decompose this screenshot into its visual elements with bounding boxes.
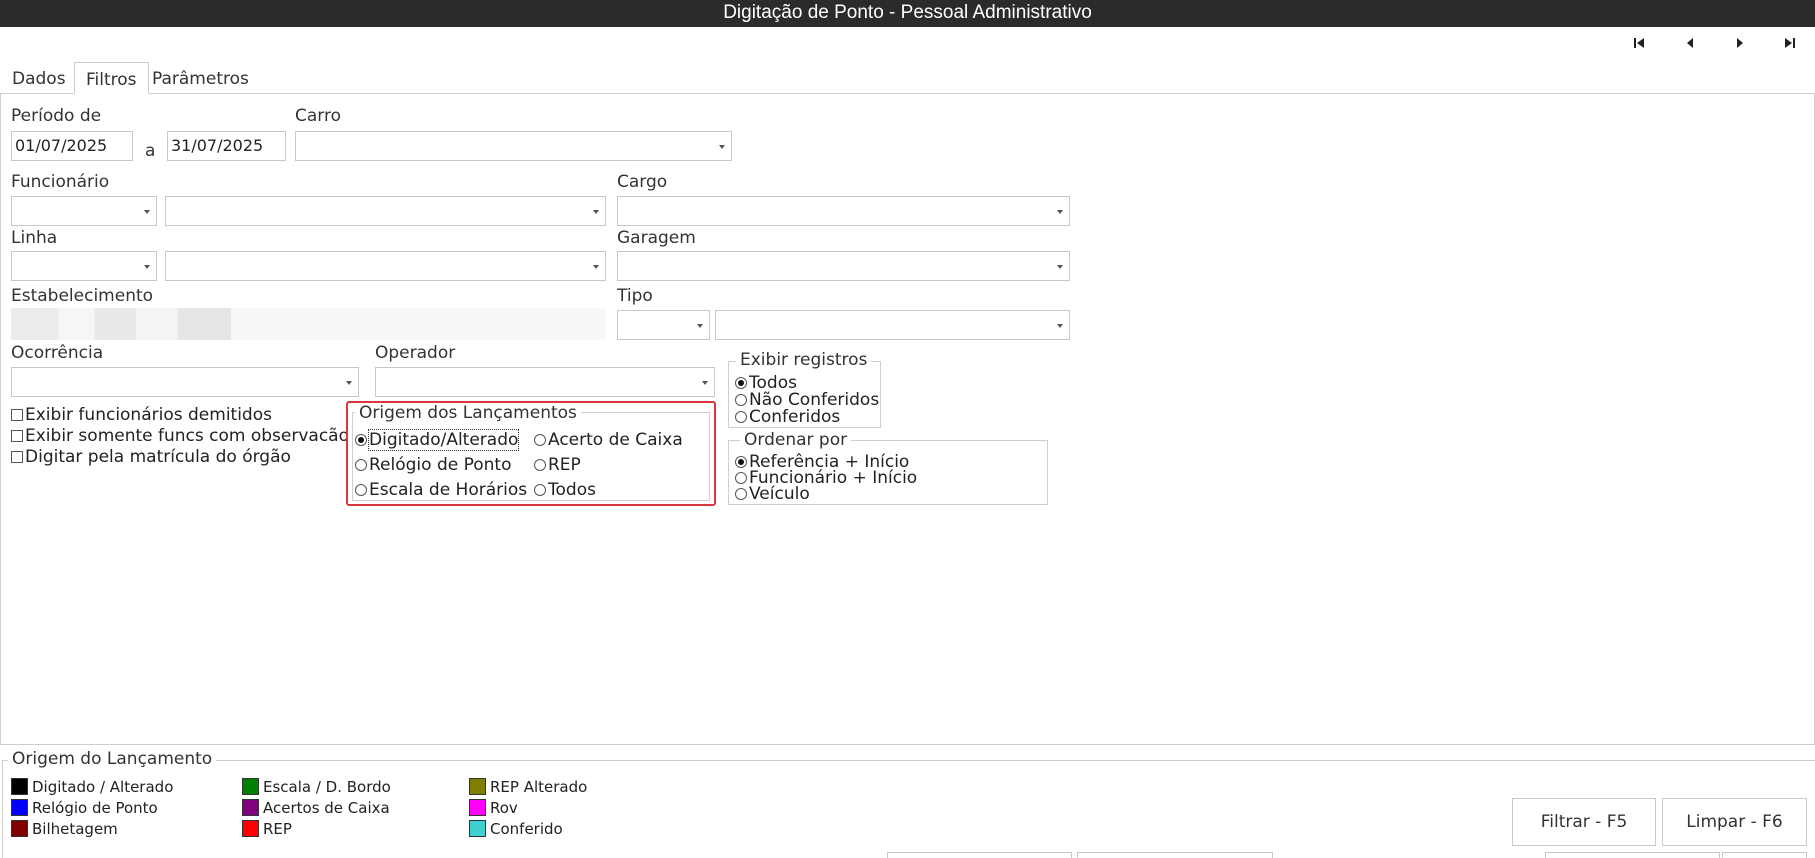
color-swatch: [11, 820, 28, 837]
bottom-button-partial[interactable]: [887, 852, 1072, 858]
chevron-down-icon: [1057, 210, 1063, 214]
previous-record-icon[interactable]: [1677, 33, 1703, 53]
chevron-down-icon: [697, 324, 703, 328]
funcionario-name-select[interactable]: [165, 196, 606, 226]
linha-code-select[interactable]: [11, 251, 157, 281]
tipo-label: Tipo: [617, 286, 653, 306]
color-swatch: [11, 778, 28, 795]
chevron-down-icon: [1057, 324, 1063, 328]
color-swatch: [242, 820, 259, 837]
legend-title: Origem do Lançamento: [8, 750, 217, 768]
legend-item: REP Alterado: [469, 777, 587, 796]
bottom-button-partial[interactable]: [1722, 852, 1807, 858]
tab-filtros[interactable]: Filtros: [74, 62, 149, 94]
funcionario-code-select[interactable]: [11, 196, 157, 226]
legend-item: Relógio de Ponto: [11, 798, 158, 817]
cargo-select[interactable]: [617, 196, 1070, 226]
legend-item: Digitado / Alterado: [11, 777, 173, 796]
legend-item: Acertos de Caixa: [242, 798, 390, 817]
ordenar-veiculo-radio[interactable]: Veículo: [735, 485, 810, 503]
chevron-down-icon: [144, 265, 150, 269]
chevron-down-icon: [1057, 265, 1063, 269]
origem-rep-radio[interactable]: REP: [534, 456, 581, 474]
origem-escala-radio[interactable]: Escala de Horários: [355, 481, 527, 499]
legend-item: Conferido: [469, 819, 563, 838]
operador-label: Operador: [375, 343, 456, 363]
first-record-icon[interactable]: [1626, 33, 1652, 53]
exibir-conferidos-radio[interactable]: Conferidos: [735, 408, 840, 426]
somente-observacao-checkbox[interactable]: Exibir somente funcs com observacão: [11, 427, 349, 445]
exibir-demitidos-checkbox[interactable]: Exibir funcionários demitidos: [11, 406, 272, 424]
radio-icon: [735, 488, 747, 500]
filters-panel: [0, 93, 1815, 745]
radio-icon: [735, 472, 747, 484]
chevron-down-icon: [702, 381, 708, 385]
carro-label: Carro: [295, 106, 341, 126]
periodo-ate-input[interactable]: 31/07/2025: [167, 131, 286, 161]
radio-icon: [534, 459, 546, 471]
radio-icon: [534, 434, 546, 446]
legend-item: Escala / D. Bordo: [242, 777, 391, 796]
radio-icon: [355, 459, 367, 471]
color-swatch: [242, 778, 259, 795]
last-record-icon[interactable]: [1777, 33, 1803, 53]
radio-icon: [534, 484, 546, 496]
window-title: Digitação de Ponto - Pessoal Administrat…: [0, 0, 1815, 27]
color-swatch: [469, 799, 486, 816]
exibir-group-title: Exibir registros: [736, 351, 872, 369]
tipo-name-select[interactable]: [715, 310, 1070, 340]
periodo-separator: a: [145, 141, 156, 161]
chevron-down-icon: [144, 210, 150, 214]
carro-select[interactable]: [295, 131, 732, 161]
operador-select[interactable]: [375, 367, 715, 397]
garagem-select[interactable]: [617, 251, 1070, 281]
tab-parametros[interactable]: Parâmetros: [141, 62, 260, 94]
origem-relogio-radio[interactable]: Relógio de Ponto: [355, 456, 512, 474]
matricula-orgao-checkbox[interactable]: Digitar pela matrícula do órgão: [11, 448, 291, 466]
bottom-button-partial[interactable]: [1077, 852, 1273, 858]
checkbox-icon: [11, 451, 23, 463]
color-swatch: [469, 778, 486, 795]
estabelecimento-label: Estabelecimento: [11, 286, 154, 306]
chevron-down-icon: [346, 381, 352, 385]
origem-group-title: Origem dos Lançamentos: [355, 404, 581, 422]
ocorrencia-label: Ocorrência: [11, 343, 104, 363]
linha-name-select[interactable]: [165, 251, 606, 281]
estabelecimento-field[interactable]: [11, 308, 606, 340]
next-record-icon[interactable]: [1727, 33, 1753, 53]
ordenar-group-title: Ordenar por: [740, 431, 852, 449]
color-swatch: [469, 820, 486, 837]
radio-selected-icon: [735, 377, 747, 389]
legend-item: Bilhetagem: [11, 819, 118, 838]
chevron-down-icon: [593, 210, 599, 214]
color-swatch: [11, 799, 28, 816]
checkbox-icon: [11, 409, 23, 421]
origem-todos-radio[interactable]: Todos: [534, 481, 596, 499]
funcionario-label: Funcionário: [11, 172, 110, 192]
checkbox-icon: [11, 430, 23, 442]
periodo-de-input[interactable]: 01/07/2025: [11, 131, 133, 161]
tab-dados[interactable]: Dados: [1, 62, 77, 94]
tipo-code-select[interactable]: [617, 310, 710, 340]
radio-selected-icon: [355, 434, 367, 446]
origem-digitado-radio[interactable]: Digitado/Alterado: [355, 429, 520, 451]
filtrar-button[interactable]: Filtrar - F5: [1512, 798, 1656, 846]
bottom-button-partial[interactable]: [1545, 852, 1720, 858]
radio-icon: [735, 411, 747, 423]
origem-acerto-radio[interactable]: Acerto de Caixa: [534, 431, 683, 449]
cargo-label: Cargo: [617, 172, 668, 192]
legend-item: Rov: [469, 798, 518, 817]
radio-selected-icon: [735, 456, 747, 468]
radio-icon: [735, 394, 747, 406]
garagem-label: Garagem: [617, 228, 696, 248]
periodo-label: Período de: [11, 106, 102, 126]
chevron-down-icon: [593, 265, 599, 269]
color-swatch: [242, 799, 259, 816]
ocorrencia-select[interactable]: [11, 367, 359, 397]
radio-icon: [355, 484, 367, 496]
legend-item: REP: [242, 819, 292, 838]
linha-label: Linha: [11, 228, 58, 248]
limpar-button[interactable]: Limpar - F6: [1662, 798, 1807, 846]
chevron-down-icon: [719, 145, 725, 149]
